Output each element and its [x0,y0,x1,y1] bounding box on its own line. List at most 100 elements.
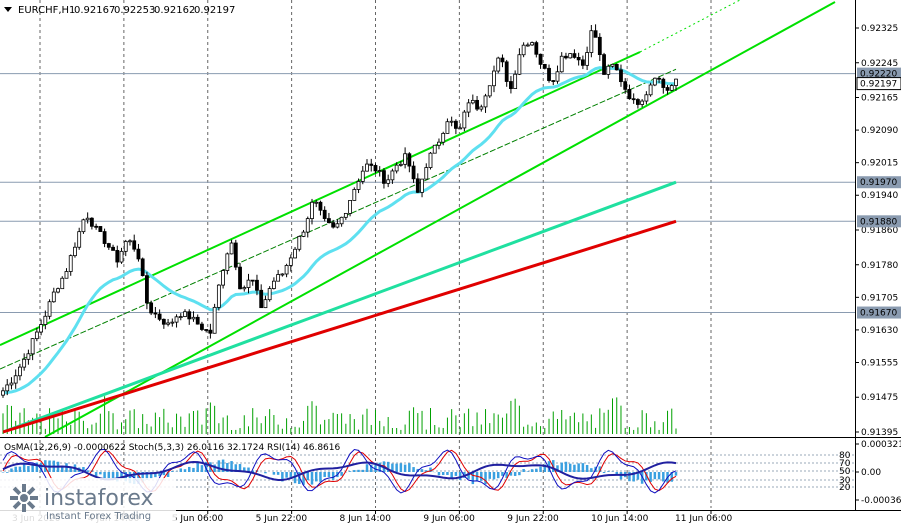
candle-body [470,99,475,104]
candle-body [242,287,247,290]
candle-body [94,225,99,228]
candle-body [445,121,450,134]
candle-body [661,78,666,88]
level-price-label: 0.91880 [860,217,897,227]
time-tick-label: 11 Jun 06:00 [675,514,732,524]
candle-body [542,63,547,69]
candle-body [534,42,539,55]
candle-body [140,258,145,277]
candle-body [73,246,77,257]
candle-body [593,30,598,38]
oscillator-level-label: 20 [839,483,851,493]
candle-body [627,88,632,100]
candle-body [56,288,60,293]
price-chart[interactable]: 0.92325 0.92245 0.92165 0.92090 0.92015 0.919… [0,0,901,524]
time-tick-label: 9 Jun 06:00 [423,514,475,524]
candle-body [13,375,18,384]
candle-body [390,170,395,181]
time-tick-label: 10 Jun 14:00 [591,514,648,524]
candle-body [132,240,137,250]
candle-body [305,218,310,233]
candle-body [229,242,234,255]
candle-body [149,302,154,314]
logo-star-ray [30,496,38,500]
candle-body [216,284,221,308]
candle-body [119,250,124,263]
candle-body [365,163,369,172]
candle-body [111,246,115,251]
candle-body [115,249,120,263]
candle-body [39,324,43,333]
candle-body [479,106,484,110]
candle-body [513,73,518,89]
candle-body [166,322,170,325]
instaforex-logo: instaforexInstant Forex Trading [0,478,176,524]
candle-body [123,241,128,252]
close-value: 0.92197 [194,5,235,16]
candle-body [348,199,352,214]
candle-body [161,318,166,325]
candle-body [492,70,496,87]
candle-body [572,53,577,58]
candle-body [331,222,336,228]
price-tick-label: 0.92325 [861,24,898,34]
indicator-header: OsMA(12,26,9) -0.0000622 Stoch(5,3,3) 26… [4,443,340,453]
candle-body [297,236,302,250]
candle-body [648,84,653,96]
candle-body [271,280,276,289]
candle-body [276,274,281,282]
level-price-label: 0.91970 [860,178,897,188]
candle-body [631,98,636,101]
candle-body [246,279,251,288]
candle-body [322,209,327,219]
candle-body [335,223,340,228]
candle-body [382,170,386,184]
candle-body [614,63,619,71]
candle-body [377,170,382,173]
candle-body [1,390,5,396]
price-tick-label: 0.92165 [861,94,898,104]
candle-body [43,315,48,325]
candle-body [559,55,564,73]
candle-body [85,217,90,221]
logo-star-ray [10,496,18,500]
candle-body [187,311,192,320]
logo-star-center [20,494,28,502]
candle-body [669,85,674,91]
indicator-tick-label: -0.000362 [861,496,901,506]
candle-body [580,59,585,66]
candle-body [68,255,73,272]
candle-body [102,231,107,244]
candle-body [509,81,513,89]
candle-body [174,316,179,323]
candle-body [360,170,365,182]
candle-body [407,153,412,167]
candle-body [77,231,82,248]
candle-body [267,288,272,301]
logo-star-ray [22,504,26,512]
candle-body [441,132,446,143]
candle-body [22,358,27,368]
candle-body [34,331,39,340]
logo-brand: instaforex [44,486,154,511]
candle-body [424,167,429,180]
candle-body [547,67,551,81]
candle-body [153,312,158,315]
price-tick-label: 0.91630 [861,326,898,336]
candle-body [585,52,590,66]
open-value: 0.92167 [74,5,115,16]
time-tick-label: 8 Jun 14:00 [340,514,392,524]
candle-body [500,57,505,63]
candle-body [81,219,86,233]
candle-body [517,54,522,75]
chart-window: 0.92325 0.92245 0.92165 0.92090 0.92015 0.919… [0,0,901,524]
candle-body [301,231,306,237]
candle-body [411,165,416,180]
price-tick-label: 0.91940 [861,191,898,201]
price-tick-label: 0.91475 [861,393,898,403]
candle-body [225,253,230,271]
candle-body [623,81,628,90]
indicator-tick-label: 0.0003211 [861,440,901,450]
candle-body [200,323,204,330]
price-tick-label: 0.92015 [861,159,898,169]
